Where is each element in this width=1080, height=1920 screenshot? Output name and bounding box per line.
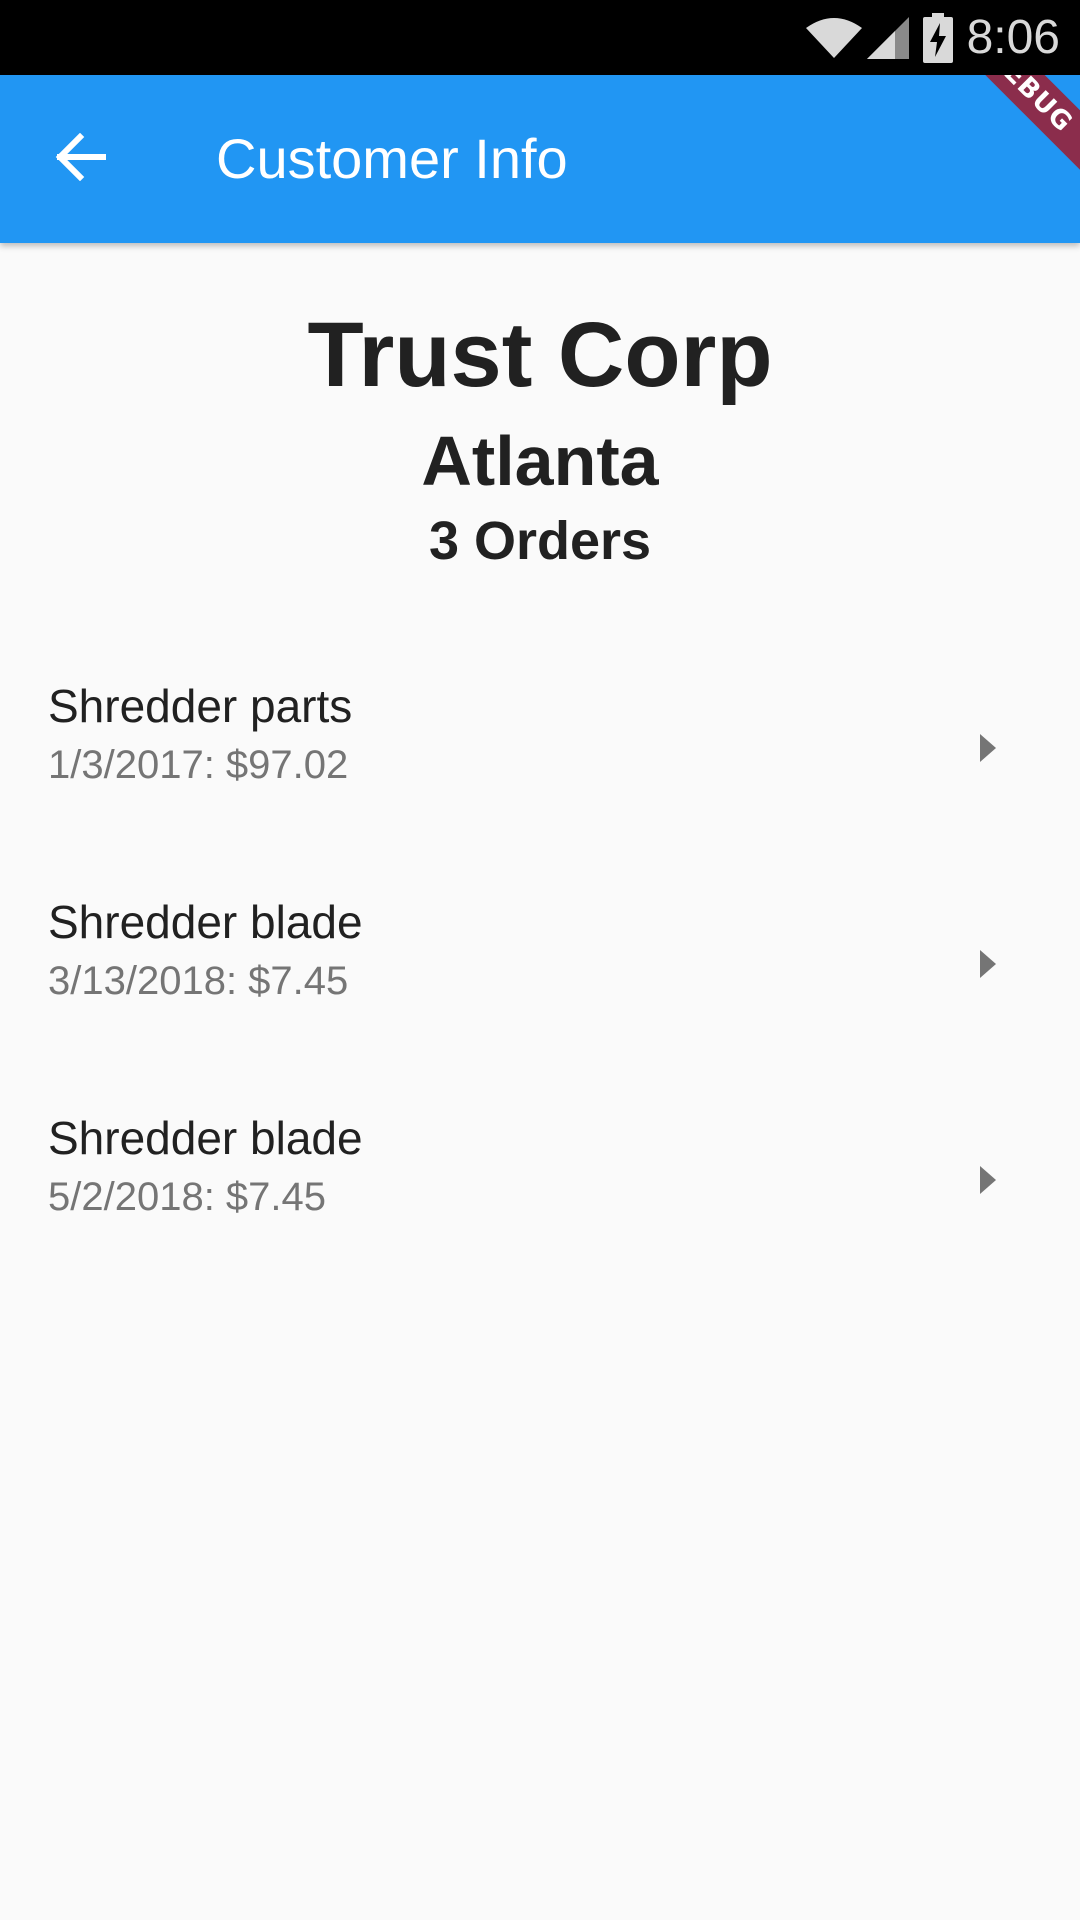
order-subtitle: 5/2/2018: $7.45	[48, 1175, 327, 1219]
order-title: Shredder blade	[48, 896, 363, 948]
list-item[interactable]: Shredder blade 3/13/2018: $7.45	[0, 856, 1080, 1072]
order-list: Shredder parts 1/3/2017: $97.02 Shredder…	[0, 640, 1080, 1288]
customer-city: Atlanta	[421, 422, 659, 500]
arrow-back-icon	[54, 132, 107, 186]
list-item[interactable]: Shredder blade 5/2/2018: $7.45	[0, 1072, 1080, 1288]
order-subtitle: 1/3/2017: $97.02	[48, 743, 349, 787]
customer-name: Trust Corp	[307, 304, 773, 406]
status-time: 8:06	[966, 11, 1060, 64]
back-button[interactable]	[40, 119, 120, 199]
screen: 8:06 Customer Info DEBUG Trust Corp Atla…	[0, 0, 1080, 1920]
page-title: Customer Info	[216, 127, 568, 190]
order-count: 3 Orders	[428, 511, 652, 571]
arrow-right-icon	[968, 728, 1008, 768]
order-title: Shredder blade	[48, 1112, 363, 1164]
app-bar: Customer Info DEBUG	[0, 75, 1080, 243]
status-icons: 8:06	[805, 0, 1060, 75]
cell-signal-icon	[865, 15, 911, 61]
list-item[interactable]: Shredder parts 1/3/2017: $97.02	[0, 640, 1080, 856]
order-title: Shredder parts	[48, 680, 353, 732]
order-subtitle: 3/13/2018: $7.45	[48, 959, 349, 1003]
status-bar: 8:06	[0, 0, 1080, 75]
arrow-right-icon	[968, 944, 1008, 984]
customer-header: Trust Corp Atlanta 3 Orders	[0, 290, 1080, 580]
debug-banner: DEBUG	[930, 75, 1080, 190]
arrow-right-icon	[968, 1160, 1008, 1200]
battery-charging-icon	[922, 12, 953, 63]
wifi-icon	[805, 16, 863, 60]
